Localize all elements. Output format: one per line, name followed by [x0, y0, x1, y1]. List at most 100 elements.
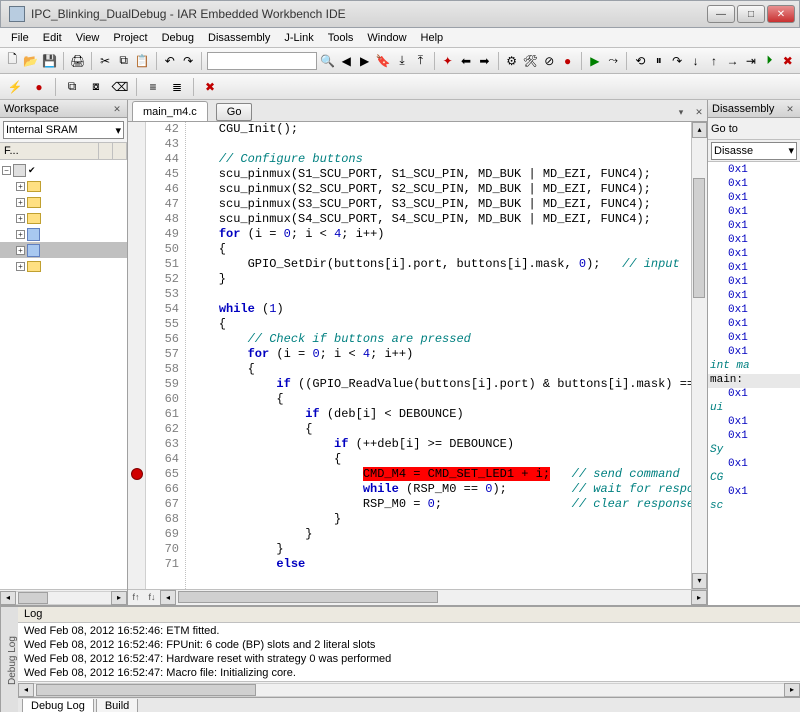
code-line[interactable]: // Configure buttons	[190, 152, 691, 167]
menu-help[interactable]: Help	[414, 30, 451, 46]
make-icon[interactable]: 🛠	[522, 50, 539, 72]
log-tab-build[interactable]: Build	[96, 699, 138, 712]
disasm-line[interactable]: 0x1	[708, 458, 800, 472]
hscroll-right-icon[interactable]: ▸	[691, 590, 707, 605]
code-line[interactable]: CGU_Init();	[190, 122, 691, 137]
project-tree[interactable]: − ✔++++++	[0, 160, 127, 589]
hscroll-left-icon[interactable]: ◂	[160, 590, 176, 605]
undo-icon[interactable]: ↶	[162, 50, 178, 72]
find-input[interactable]	[207, 52, 317, 70]
stop-build-icon[interactable]: ⊘	[541, 50, 557, 72]
disasm-line[interactable]: 0x1	[708, 486, 800, 500]
break-icon[interactable]: ⏸	[651, 50, 667, 72]
breakpoint-icon[interactable]	[131, 468, 143, 480]
expand-icon[interactable]: +	[16, 182, 25, 191]
disasm-line[interactable]: 0x1	[708, 346, 800, 360]
open-file-icon[interactable]: 📂	[22, 50, 39, 72]
disasm-line[interactable]: ui	[708, 402, 800, 416]
log-scroll-thumb[interactable]	[36, 684, 256, 696]
workspace-close-icon[interactable]: ✕	[111, 103, 123, 115]
code-line[interactable]: for (i = 0; i < 4; i++)	[190, 347, 691, 362]
disasm-line[interactable]: 0x1	[708, 178, 800, 192]
code-line[interactable]: if (deb[i] < DEBOUNCE)	[190, 407, 691, 422]
expand-icon[interactable]: +	[16, 230, 25, 239]
code-line[interactable]: }	[190, 542, 691, 557]
expand-icon[interactable]: +	[16, 214, 25, 223]
scroll-up-icon[interactable]: ▴	[692, 122, 707, 138]
code-line[interactable]: {	[190, 317, 691, 332]
expand-icon[interactable]: +	[16, 246, 25, 255]
editor-vscroll[interactable]: ▴ ▾	[691, 122, 707, 589]
maximize-button[interactable]: □	[737, 5, 765, 23]
code-line[interactable]	[190, 287, 691, 302]
paste-icon[interactable]: 📋	[134, 50, 151, 72]
disasm-line[interactable]: 0x1	[708, 290, 800, 304]
menu-window[interactable]: Window	[360, 30, 413, 46]
disasm-line[interactable]: main:	[708, 374, 800, 388]
tree-row[interactable]: +	[0, 210, 127, 226]
tree-row[interactable]: +	[0, 194, 127, 210]
log-scroll-left-icon[interactable]: ◂	[18, 683, 34, 697]
disasm-line[interactable]: 0x1	[708, 234, 800, 248]
disasm-line[interactable]: 0x1	[708, 318, 800, 332]
func-next-icon[interactable]: f↓	[144, 590, 160, 605]
reset-icon[interactable]: ⟲	[632, 50, 648, 72]
disasm-line[interactable]: int ma	[708, 360, 800, 374]
vscroll-thumb[interactable]	[693, 178, 705, 298]
code-editor[interactable]: CGU_Init(); // Configure buttons scu_pin…	[186, 122, 691, 589]
save-icon[interactable]: 💾	[41, 50, 58, 72]
expand-icon[interactable]: +	[16, 198, 25, 207]
menu-file[interactable]: File	[4, 30, 36, 46]
breakpoint-gutter[interactable]	[128, 122, 146, 589]
log-hscroll[interactable]: ◂ ▸	[18, 681, 800, 697]
debug-no-dl-icon[interactable]: ⤳	[605, 50, 621, 72]
code-line[interactable]: if ((GPIO_ReadValue(buttons[i].port) & b…	[190, 377, 691, 392]
menu-edit[interactable]: Edit	[36, 30, 69, 46]
hscroll-thumb[interactable]	[178, 591, 438, 603]
find-next-icon[interactable]: 🔍	[319, 50, 336, 72]
build-config-select[interactable]: Internal SRAM ▾	[3, 121, 124, 139]
nav-back-icon[interactable]: ⬅	[458, 50, 474, 72]
scroll-left-icon[interactable]: ◂	[0, 591, 16, 605]
menu-disassembly[interactable]: Disassembly	[201, 30, 277, 46]
editor-tab[interactable]: main_m4.c	[132, 101, 208, 121]
disasm-line[interactable]: 0x1	[708, 220, 800, 234]
code-line[interactable]: for (i = 0; i < 4; i++)	[190, 227, 691, 242]
scroll-down-icon[interactable]: ▾	[692, 573, 707, 589]
flash-bp-icon[interactable]: ●	[28, 76, 50, 98]
workspace-hscroll[interactable]: ◂ ▸	[0, 589, 127, 605]
step-over-icon[interactable]: ↷	[669, 50, 685, 72]
tree-row[interactable]: +	[0, 242, 127, 258]
code-line[interactable]: scu_pinmux(S3_SCU_PORT, S3_SCU_PIN, MD_B…	[190, 197, 691, 212]
code-line[interactable]: while (RSP_M0 == 0); // wait for respons…	[190, 482, 691, 497]
code-line[interactable]: // Check if buttons are pressed	[190, 332, 691, 347]
bookmark-toggle-icon[interactable]: 🔖	[375, 50, 392, 72]
disasm-line[interactable]: 0x1	[708, 192, 800, 206]
copy-icon[interactable]: ⧉	[115, 50, 131, 72]
debug-icon[interactable]: ▶	[587, 50, 603, 72]
scroll-thumb[interactable]	[18, 592, 48, 604]
new-file-icon[interactable]: 🗋	[4, 50, 20, 72]
code-line[interactable]: scu_pinmux(S4_SCU_PORT, S4_SCU_PIN, MD_B…	[190, 212, 691, 227]
code-line[interactable]: while (1)	[190, 302, 691, 317]
log-scroll-right-icon[interactable]: ▸	[784, 683, 800, 697]
compile-icon[interactable]: ⚙	[503, 50, 519, 72]
goto-icon[interactable]: ✦	[439, 50, 455, 72]
code-line[interactable]: CMD_M4 = CMD_SET_LED1 + i; // send comma…	[190, 467, 691, 482]
scroll-right-icon[interactable]: ▸	[111, 591, 127, 605]
find-prev-icon[interactable]: ◀	[338, 50, 354, 72]
debug-log-side-tab[interactable]: Debug Log	[0, 607, 18, 712]
code-line[interactable]: if (++deb[i] >= DEBOUNCE)	[190, 437, 691, 452]
menu-tools[interactable]: Tools	[321, 30, 361, 46]
go-button[interactable]: Go	[216, 103, 253, 121]
bookmark-next-icon[interactable]: ⤓	[394, 50, 410, 72]
disasm-line[interactable]: 0x1	[708, 332, 800, 346]
func-prev-icon[interactable]: f↑	[128, 590, 144, 605]
code-line[interactable]: scu_pinmux(S2_SCU_PORT, S2_SCU_PIN, MD_B…	[190, 182, 691, 197]
editor-hscroll[interactable]: f↑ f↓ ◂ ▸	[128, 589, 707, 605]
disasm-line[interactable]: 0x1	[708, 248, 800, 262]
editor-close-icon[interactable]: ✕	[692, 107, 706, 121]
step-into-icon[interactable]: ↓	[687, 50, 703, 72]
code-line[interactable]: GPIO_SetDir(buttons[i].port, buttons[i].…	[190, 257, 691, 272]
code-line[interactable]: {	[190, 362, 691, 377]
